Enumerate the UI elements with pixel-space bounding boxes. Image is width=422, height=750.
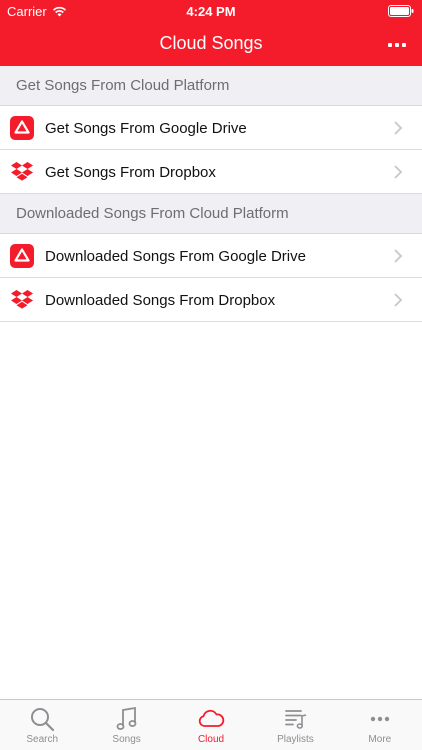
tab-label: More (368, 734, 392, 745)
screen: Carrier 4:24 PM Cloud Songs Get Songs Fr… (0, 0, 422, 750)
row-label: Downloaded Songs From Google Drive (45, 247, 306, 265)
page-title: Cloud Songs (159, 33, 263, 53)
battery-icon (388, 5, 414, 17)
status-bar: Carrier 4:24 PM (0, 0, 422, 22)
tab-label: Songs (112, 734, 141, 745)
tab-playlists[interactable]: Playlists (253, 700, 337, 750)
status-time: 4:24 PM (186, 4, 236, 19)
row-label: Get Songs From Dropbox (45, 163, 216, 181)
tab-label: Playlists (277, 734, 314, 745)
chevron-right-icon (394, 165, 403, 179)
tab-label: Cloud (197, 734, 225, 745)
chevron-right-icon (394, 293, 403, 307)
section-header-label: Downloaded Songs From Cloud Platform (16, 205, 289, 222)
menu-dot (395, 43, 399, 47)
section-header: Downloaded Songs From Cloud Platform (0, 194, 422, 234)
downloaded-dropbox-row[interactable]: Downloaded Songs From Dropbox (0, 278, 422, 322)
chevron-right-icon (394, 121, 403, 135)
cloud-sources-list: Get Songs From Cloud Platform Get Songs … (0, 66, 422, 322)
tab-bar: Search Songs Cloud Playlists More (0, 699, 422, 750)
row-label: Downloaded Songs From Dropbox (45, 291, 276, 309)
google-drive-icon (10, 116, 34, 140)
navigation-header: Carrier 4:24 PM Cloud Songs (0, 0, 422, 66)
tab-more[interactable]: More (338, 700, 422, 750)
tab-songs[interactable]: Songs (84, 700, 168, 750)
section-header: Get Songs From Cloud Platform (0, 66, 422, 106)
cloud-icon (198, 709, 225, 727)
tab-search[interactable]: Search (0, 700, 84, 750)
get-dropbox-row[interactable]: Get Songs From Dropbox (0, 150, 422, 194)
downloaded-google-drive-row[interactable]: Downloaded Songs From Google Drive (0, 234, 422, 278)
tab-cloud[interactable]: Cloud (169, 700, 253, 750)
menu-dot (388, 43, 392, 47)
row-label: Get Songs From Google Drive (45, 119, 247, 137)
search-icon (31, 708, 55, 732)
ellipsis-icon[interactable] (388, 40, 406, 50)
tab-label: Search (26, 734, 59, 745)
section-header-label: Get Songs From Cloud Platform (16, 77, 230, 94)
playlist-icon (285, 710, 307, 729)
dropbox-icon (10, 288, 34, 312)
ellipsis-icon (370, 716, 390, 722)
menu-dot (402, 43, 406, 47)
music-note-icon (116, 706, 137, 730)
dropbox-icon (10, 160, 34, 184)
chevron-right-icon (394, 249, 403, 263)
google-drive-icon (10, 244, 34, 268)
get-google-drive-row[interactable]: Get Songs From Google Drive (0, 106, 422, 150)
